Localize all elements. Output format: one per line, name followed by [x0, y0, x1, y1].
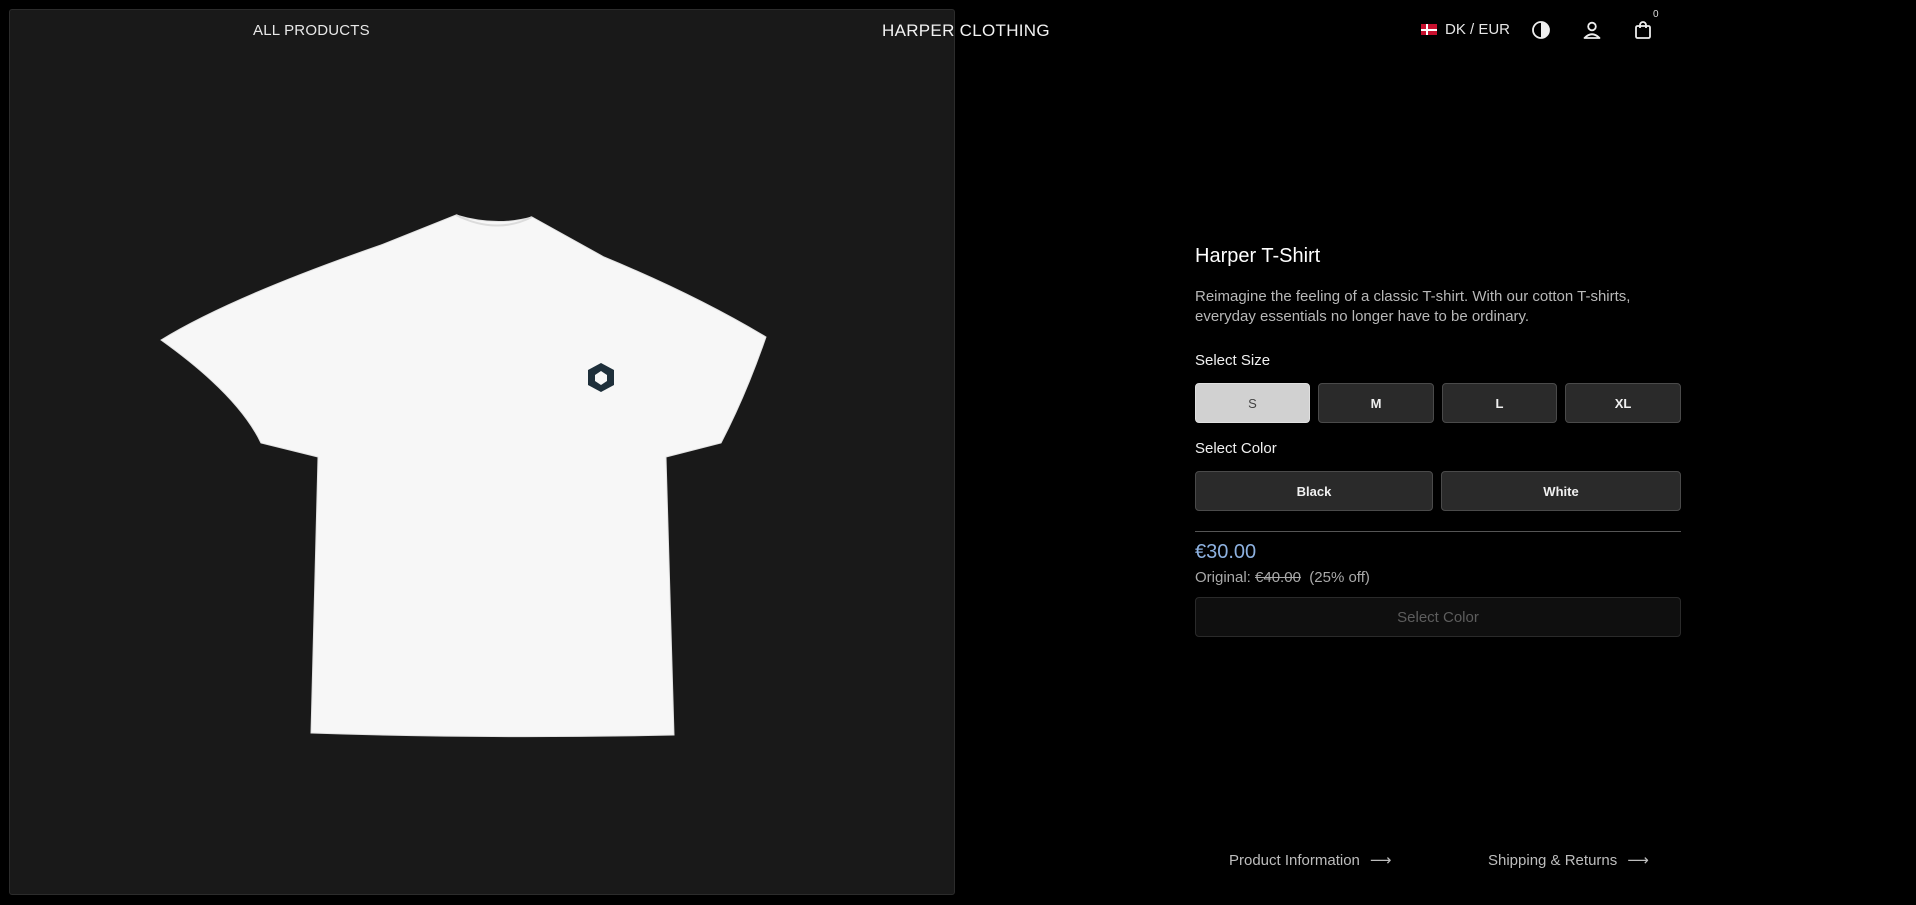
- product-image-panel: [9, 9, 955, 895]
- shipping-returns-link[interactable]: Shipping & Returns ⟶: [1488, 851, 1649, 870]
- product-description: Reimagine the feeling of a classic T-shi…: [1195, 288, 1631, 325]
- size-option-l[interactable]: L: [1442, 383, 1557, 423]
- product-information-link[interactable]: Product Information ⟶: [1229, 851, 1392, 870]
- shipping-returns-label: Shipping & Returns: [1488, 851, 1618, 869]
- size-option-m[interactable]: M: [1318, 383, 1434, 423]
- size-option-s[interactable]: S: [1195, 383, 1310, 423]
- discount-text: (25% off): [1309, 569, 1370, 586]
- sale-price: €30.00: [1195, 541, 1257, 563]
- original-price: €40.00: [1255, 569, 1301, 586]
- brand-logo[interactable]: HARPER CLOTHING: [882, 21, 1050, 41]
- original-price-line: Original: €40.00 (25% off): [1195, 569, 1370, 586]
- size-option-xl[interactable]: XL: [1565, 383, 1681, 423]
- original-price-label: Original:: [1195, 569, 1251, 586]
- add-to-cart-button[interactable]: Select Color: [1195, 597, 1681, 637]
- color-option-black[interactable]: Black: [1195, 471, 1433, 511]
- shopping-bag-icon[interactable]: [1631, 18, 1655, 42]
- select-size-label: Select Size: [1195, 352, 1271, 369]
- flag-dk-icon: [1421, 24, 1437, 35]
- select-color-label: Select Color: [1195, 440, 1277, 457]
- all-products-link[interactable]: ALL PRODUCTS: [253, 22, 370, 39]
- product-image: [160, 214, 767, 738]
- product-information-label: Product Information: [1229, 851, 1360, 869]
- locale-label: DK / EUR: [1445, 21, 1511, 38]
- user-icon[interactable]: [1580, 18, 1604, 42]
- cart-count-badge: 0: [1653, 9, 1659, 20]
- product-title: Harper T-Shirt: [1195, 245, 1321, 267]
- color-option-white[interactable]: White: [1441, 471, 1681, 511]
- arrow-right-icon: ⟶: [1369, 852, 1392, 869]
- arrow-right-icon: ⟶: [1627, 852, 1649, 869]
- contrast-icon[interactable]: [1529, 18, 1553, 42]
- divider: [1195, 531, 1681, 532]
- locale-selector[interactable]: DK / EUR: [1421, 21, 1510, 38]
